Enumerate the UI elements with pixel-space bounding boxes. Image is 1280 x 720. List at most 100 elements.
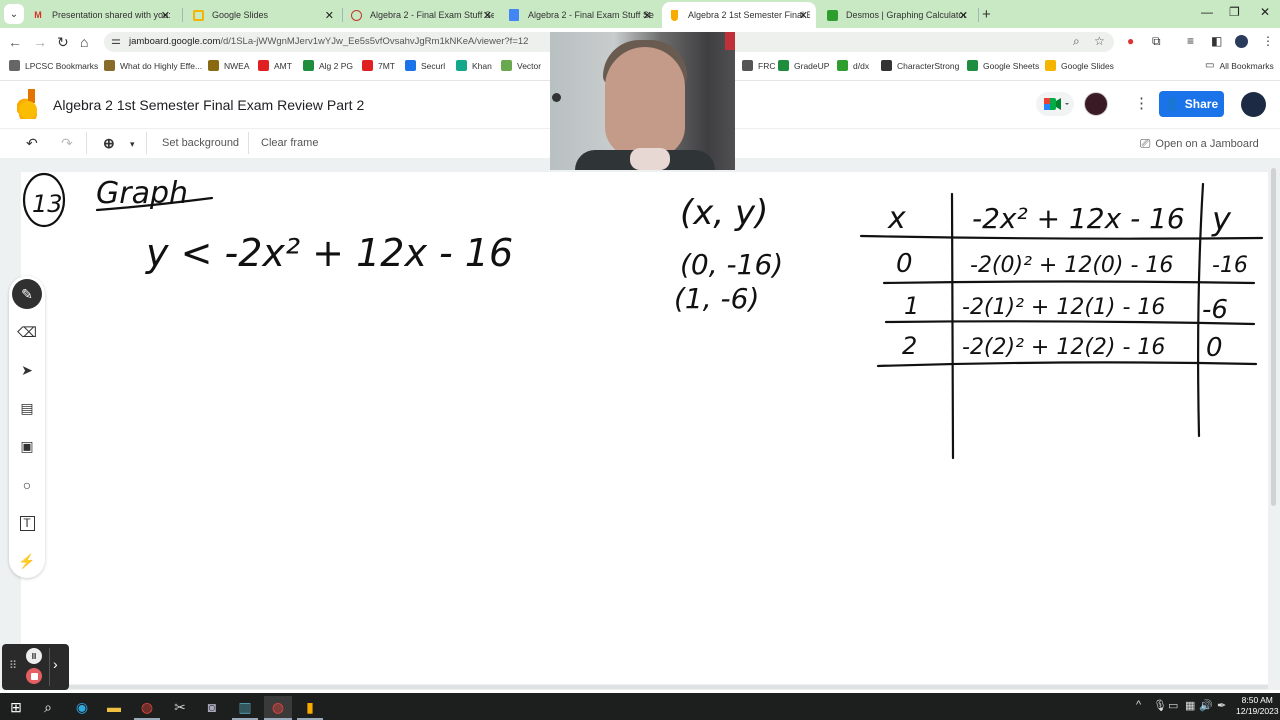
taskbar-chrome-profile[interactable]: ◍ — [264, 696, 292, 718]
tab-algebra-final-stuff-2[interactable]: Algebra 2 - Final Exam Stuff Se ✕ — [502, 2, 660, 28]
open-on-jamboard-button[interactable]: ⎚ Open on a Jamboard — [1140, 136, 1259, 152]
select-tool-button[interactable]: ➤ — [14, 357, 40, 383]
side-panel-icon[interactable]: ◧ — [1211, 34, 1222, 48]
stop-recording-button[interactable] — [26, 668, 42, 684]
close-tab-icon[interactable]: ✕ — [799, 9, 808, 22]
collaborator-avatar[interactable] — [1084, 92, 1108, 116]
text-box-tool-button[interactable]: T — [14, 510, 40, 536]
pen-workspace-icon[interactable]: ✒ — [1217, 699, 1226, 712]
undo-icon[interactable]: ↶ — [26, 135, 38, 152]
pause-recording-button[interactable]: II — [26, 648, 42, 664]
show-hidden-icons[interactable]: ^ — [1136, 699, 1141, 711]
jamboard-logo-icon[interactable] — [17, 89, 39, 119]
minimize-button[interactable]: — — [1201, 5, 1213, 19]
account-avatar[interactable] — [1241, 92, 1266, 117]
clear-frame-button[interactable]: Clear frame — [261, 137, 318, 149]
taskbar-jamboard[interactable]: ▮ — [299, 696, 321, 718]
set-background-button[interactable]: Set background — [162, 137, 239, 149]
forward-button[interactable]: → — [33, 34, 47, 50]
taskbar-search-button[interactable]: ⌕ — [37, 696, 59, 718]
tab-title: Algebra 2 - Final Exam Stuff Se — [370, 10, 494, 20]
eraser-tool-button[interactable]: ⌫ — [14, 319, 40, 345]
share-button[interactable]: 👤 Share — [1159, 91, 1224, 117]
bookmark-item[interactable]: Securl — [405, 60, 445, 71]
bookmark-item[interactable]: CharacterStrong — [881, 60, 959, 71]
battery-icon[interactable]: ▭ — [1168, 699, 1178, 712]
bookmark-item[interactable]: LPCSC Bookmarks — [9, 60, 98, 71]
bookmark-item[interactable]: AMT — [258, 60, 292, 71]
tab-search-button[interactable]: ⌄ — [4, 4, 24, 24]
close-tab-icon[interactable]: ✕ — [325, 9, 334, 22]
zoom-icon[interactable]: ⊕ — [103, 135, 115, 152]
close-tab-icon[interactable]: ✕ — [643, 9, 652, 22]
redo-icon[interactable]: ↷ — [61, 135, 73, 152]
close-tab-icon[interactable]: ✕ — [161, 9, 170, 22]
bookmark-item[interactable]: Alg 2 PG — [303, 60, 353, 71]
windows-start-button[interactable]: ⊞ — [5, 696, 27, 718]
image-tool-button[interactable]: ▣ — [14, 433, 40, 459]
bookmark-item[interactable]: Google Sheets — [967, 60, 1039, 71]
snipping-icon: ✂ — [174, 698, 186, 715]
system-clock[interactable]: 8:50 AM 12/19/2023 — [1236, 695, 1279, 717]
sticky-note-tool-button[interactable]: ▤ — [14, 395, 40, 421]
open-on-jamboard-label: Open on a Jamboard — [1155, 138, 1259, 150]
bookmark-item[interactable]: Vector — [501, 60, 541, 71]
bookmark-item[interactable]: d/dx — [837, 60, 869, 71]
site-info-icon[interactable]: ⚌ — [111, 34, 121, 47]
tab-desmos[interactable]: Desmos | Graphing Calculator ✕ — [820, 2, 976, 28]
vertical-scrollbar[interactable] — [1271, 168, 1276, 506]
microphone-icon[interactable]: 🎙 — [1153, 699, 1167, 712]
bookmark-item[interactable]: GradeUP — [778, 60, 829, 71]
browser-menu-icon[interactable]: ⋮ — [1262, 34, 1274, 48]
horizontal-scrollbar[interactable] — [21, 685, 1268, 689]
board-title[interactable]: Algebra 2 1st Semester Final Exam Review… — [53, 97, 364, 113]
volume-icon[interactable]: 🔊 — [1199, 699, 1213, 712]
profile-avatar[interactable] — [1235, 35, 1248, 48]
pen-tool-button[interactable]: ✎ — [12, 279, 42, 309]
bookmark-label: 7MT — [378, 60, 395, 71]
bookmark-item[interactable]: 7MT — [362, 60, 395, 71]
taskbar-chrome[interactable]: ◍ — [136, 696, 158, 718]
more-options-icon[interactable]: ⋮ — [1134, 94, 1149, 112]
jam-canvas[interactable] — [21, 172, 1268, 684]
taskbar-camera[interactable]: ◙ — [201, 696, 223, 718]
bookmark-label: Alg 2 PG — [319, 60, 354, 71]
bookmark-item[interactable]: NWEA — [208, 60, 250, 71]
taskbar-file-explorer[interactable]: ▬ — [103, 696, 125, 718]
laser-tool-button[interactable]: ⚡ — [14, 548, 40, 574]
shape-tool-button[interactable]: ○ — [14, 472, 40, 498]
extension-icon[interactable]: ● — [1127, 34, 1134, 48]
reload-button[interactable]: ↻ — [57, 34, 69, 51]
taskbar-snipping-tool[interactable]: ✂ — [169, 696, 191, 718]
bookmark-item[interactable]: Google Slides — [1045, 60, 1114, 71]
taskbar-edge[interactable]: ◉ — [71, 696, 93, 718]
bookmark-item[interactable]: Khan — [456, 60, 492, 71]
zoom-indicator-icon[interactable]: ⌕ — [1073, 34, 1080, 49]
bookmark-star-icon[interactable]: ☆ — [1094, 34, 1105, 48]
network-icon[interactable]: ▦ — [1185, 699, 1195, 712]
new-tab-button[interactable]: + — [982, 6, 991, 23]
tab-gmail[interactable]: M Presentation shared with you: ✕ — [26, 2, 178, 28]
home-button[interactable]: ⌂ — [80, 34, 88, 50]
all-bookmarks-button[interactable]: ▭ All Bookmarks — [1205, 60, 1274, 71]
url-text[interactable]: jamboard.google.com/d/1SLa-jWWgnMJerv1wY… — [129, 36, 528, 47]
nwea-icon — [208, 60, 219, 71]
zoom-dropdown-icon[interactable]: ▾ — [130, 139, 135, 150]
meet-button[interactable] — [1036, 92, 1074, 116]
media-control-icon[interactable]: ≡ — [1187, 34, 1194, 48]
recorder-divider — [49, 648, 50, 686]
drag-handle-icon[interactable]: ⠿ — [9, 659, 17, 672]
back-button[interactable]: ← — [8, 34, 22, 50]
extensions-puzzle-icon[interactable]: ⧉ — [1152, 34, 1161, 49]
tab-algebra-final-stuff-1[interactable]: Algebra 2 - Final Exam Stuff Se ✕ — [344, 2, 500, 28]
close-tab-icon[interactable]: ✕ — [483, 9, 492, 22]
taskbar-remote-desktop[interactable]: ▥ — [234, 696, 256, 718]
tab-google-slides[interactable]: Google Slides ✕ — [186, 2, 342, 28]
close-window-button[interactable]: ✕ — [1260, 5, 1270, 19]
close-tab-icon[interactable]: ✕ — [959, 9, 968, 22]
bookmark-item[interactable]: FRC — [742, 60, 775, 71]
restore-button[interactable]: ❐ — [1229, 5, 1240, 19]
bookmark-item[interactable]: What do Highly Effe... — [104, 60, 202, 71]
expand-recorder-icon[interactable]: › — [53, 656, 58, 672]
tab-jamboard-active[interactable]: Algebra 2 1st Semester Final E ✕ — [662, 2, 816, 28]
